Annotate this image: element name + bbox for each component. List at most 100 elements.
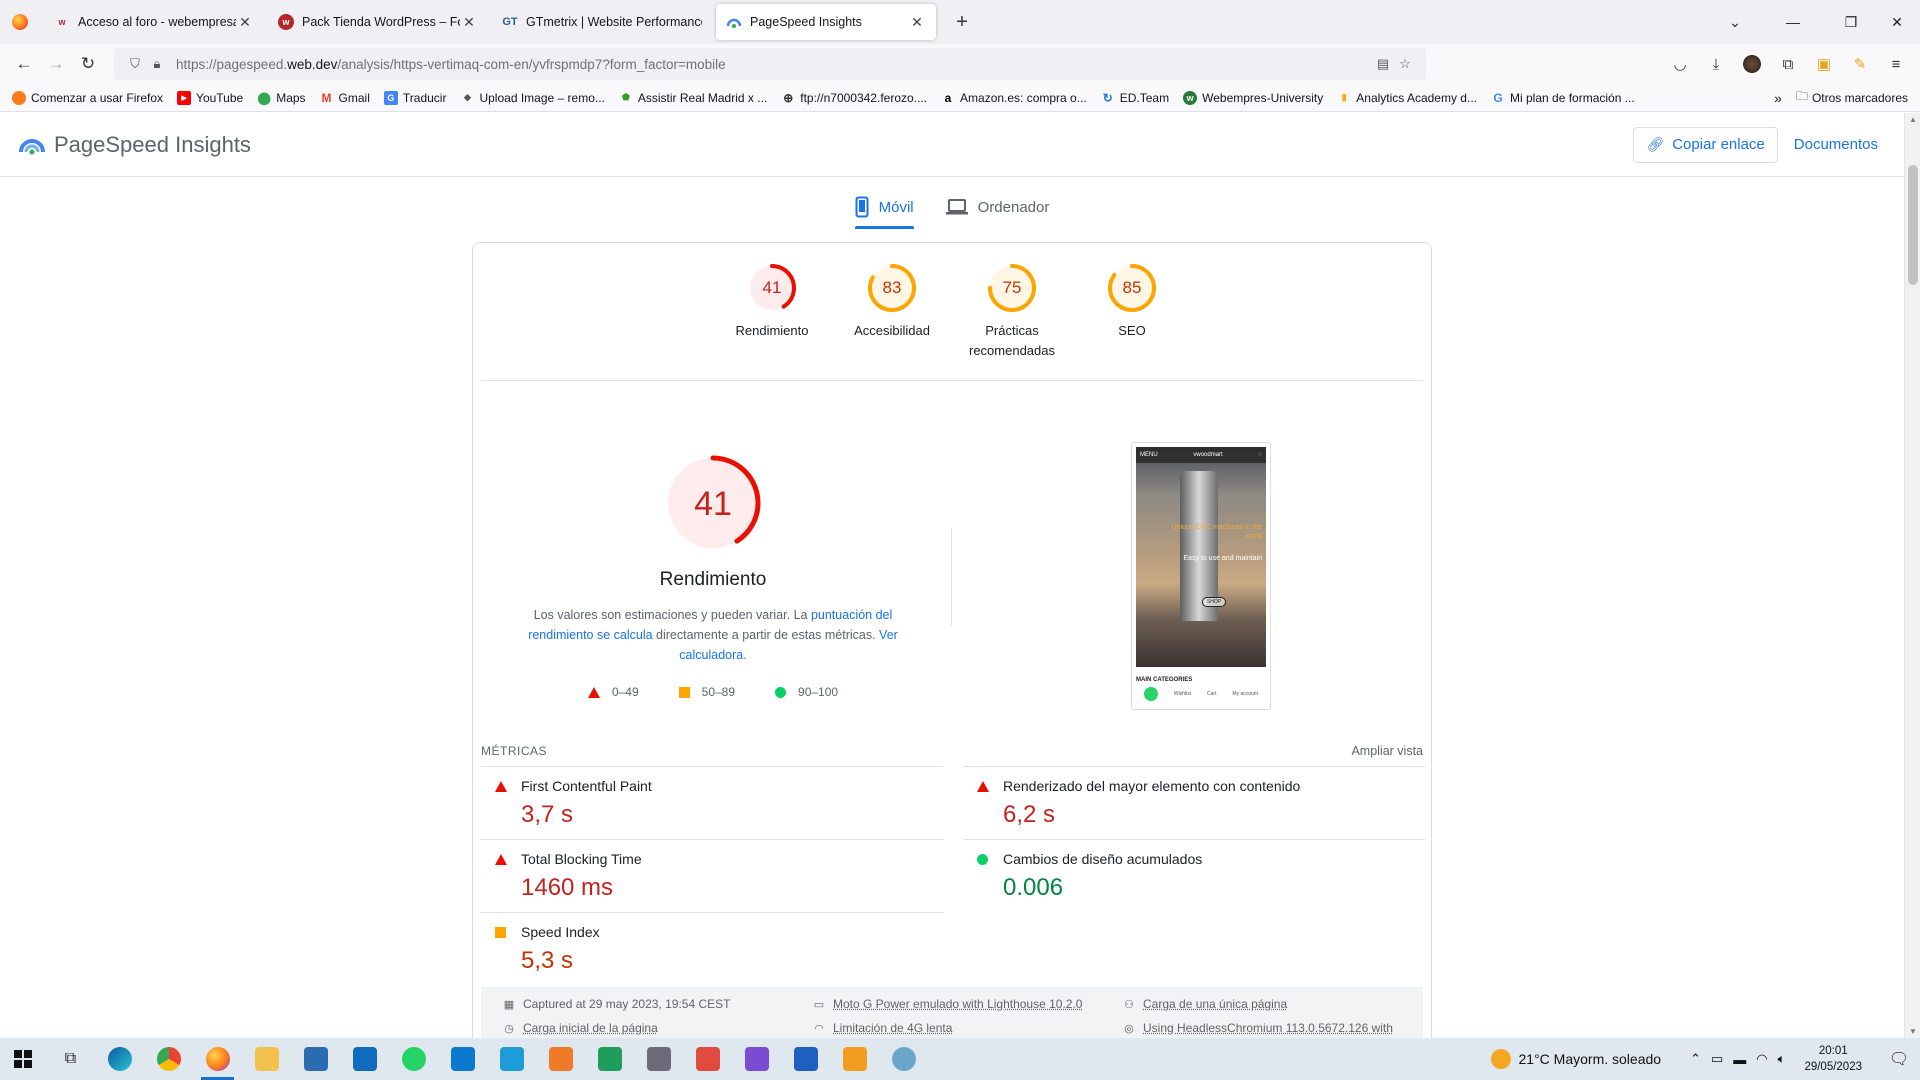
url-text[interactable]: https://pagespeed.web.dev/analysis/https… (176, 57, 1372, 72)
docs-link[interactable]: Documentos (1786, 136, 1886, 153)
whatsapp-icon[interactable] (389, 1038, 438, 1080)
app-icon-blue[interactable] (487, 1038, 536, 1080)
bookmark-item[interactable]: ⬟ Assistir Real Madrid x ... (619, 91, 767, 105)
bookmark-item[interactable]: w Webempres-University (1183, 91, 1323, 105)
tab-mobile[interactable]: Móvil (855, 185, 914, 229)
more-bookmarks-chevron-icon[interactable]: » (1774, 90, 1782, 106)
clock[interactable]: 20:01 29/05/2023 (1804, 1043, 1862, 1075)
other-bookmarks-folder[interactable]: Otros marcadores (1812, 91, 1908, 105)
restore-button[interactable]: ❐ (1828, 0, 1874, 44)
close-icon[interactable]: ✕ (460, 14, 478, 31)
calendar-icon: ▦ (501, 998, 517, 1011)
scrollbar-thumb[interactable] (1908, 165, 1918, 285)
tab-list-chevron-icon[interactable]: ⌄ (1712, 0, 1758, 44)
screenshot-footer-item: Cart (1207, 691, 1216, 697)
app-icon-amber[interactable] (830, 1038, 879, 1080)
final-screenshot[interactable]: MENU vwoodmart ◌ Unique CNC machines in th… (1131, 442, 1271, 710)
downloads-icon[interactable]: ⤓ (1698, 48, 1734, 80)
bookmark-item[interactable]: ↻ ED.Team (1101, 91, 1169, 105)
brand[interactable]: PageSpeed Insights (18, 131, 251, 159)
lock-icon[interactable]: 🔒︎ (146, 56, 168, 72)
bookmark-item[interactable]: ◆ Upload Image – remo... (460, 91, 604, 105)
gauge-score: 85 (1123, 278, 1142, 297)
store-icon[interactable] (291, 1038, 340, 1080)
app-icon-red[interactable] (683, 1038, 732, 1080)
browser-tab-pack-tienda[interactable]: w Pack Tienda WordPress – Foro ✕ (268, 4, 488, 40)
close-icon[interactable]: ✕ (236, 14, 254, 31)
app-icon-gray[interactable] (634, 1038, 683, 1080)
network-icon[interactable]: ◠ (1756, 1051, 1767, 1067)
chevron-up-icon[interactable]: ⌃ (1690, 1051, 1701, 1067)
mail-icon[interactable] (340, 1038, 389, 1080)
app-icon-green[interactable] (585, 1038, 634, 1080)
battery-icon[interactable]: ▬ (1733, 1052, 1746, 1067)
bookmark-item[interactable]: ⊕ ftp://n7000342.ferozo.... (781, 91, 927, 105)
runtime-throttling[interactable]: ◠ Limitación de 4G lenta (811, 1021, 952, 1035)
weather-widget[interactable]: 21°C Mayorm. soleado (1491, 1049, 1662, 1069)
task-view-icon[interactable]: ⧉ (46, 1038, 95, 1080)
notifications-icon[interactable]: 🗨︎ (1878, 1038, 1920, 1080)
bookmark-item[interactable]: ⬤ Maps (257, 91, 305, 105)
runtime-settings: ▦ Captured at 29 may 2023, 19:54 CEST ▭ Mo… (481, 987, 1423, 1038)
scroll-up-arrow-icon[interactable]: ▲ (1905, 115, 1920, 124)
browser-tab-foro[interactable]: w Acceso al foro - webempresa.c ✕ (44, 4, 264, 40)
firefox-menu-icon[interactable] (0, 0, 40, 44)
close-window-button[interactable]: ✕ (1874, 0, 1920, 44)
extensions-icon[interactable]: ⧉ (1770, 48, 1806, 80)
expand-view-toggle[interactable]: Ampliar vista (1351, 744, 1423, 758)
close-icon[interactable]: ✕ (908, 14, 926, 31)
page-scrollbar[interactable]: ▲ ▼ (1904, 113, 1920, 1038)
bookmark-item[interactable]: Comenzar a usar Firefox (12, 91, 163, 105)
new-tab-button[interactable]: + (944, 4, 980, 40)
app-icon-orange[interactable] (536, 1038, 585, 1080)
address-bar[interactable]: ⛉ 🔒︎ https://pagespeed.web.dev/analysis/… (114, 48, 1426, 80)
word-icon[interactable] (781, 1038, 830, 1080)
bookmark-star-icon[interactable]: ☆ (1394, 56, 1416, 72)
extension-badge-icon[interactable]: ▣ (1806, 48, 1842, 80)
upload-icon: ◆ (460, 91, 474, 105)
bookmark-item[interactable]: a Amazon.es: compra o... (941, 91, 1087, 105)
reader-view-icon[interactable]: ▤ (1372, 56, 1394, 72)
bookmark-item[interactable]: M Gmail (320, 91, 370, 105)
gauge-performance[interactable]: 41 Rendimiento (712, 263, 832, 361)
gauge-seo[interactable]: 85 SEO (1072, 263, 1192, 361)
score-ring: 85 (1107, 263, 1157, 313)
file-explorer-icon[interactable] (242, 1038, 291, 1080)
browser-tab-gtmetrix[interactable]: GT GTmetrix | Website Performance (492, 4, 712, 40)
gauge-best-practices[interactable]: 75 Prácticas recomendadas (952, 263, 1072, 361)
gauge-accessibility[interactable]: 83 Accesibilidad (832, 263, 952, 361)
scroll-down-arrow-icon[interactable]: ▼ (1905, 1027, 1920, 1036)
browser-tab-pagespeed[interactable]: PageSpeed Insights ✕ (716, 4, 936, 40)
vscode-icon[interactable] (438, 1038, 487, 1080)
bookmark-item[interactable]: G Traducir (384, 91, 447, 105)
back-arrow-icon[interactable]: ← (8, 48, 40, 80)
firefox-icon[interactable] (193, 1038, 242, 1080)
runtime-browser[interactable]: ◎ Using HeadlessChromium 113.0.5672.126 w… (1121, 1021, 1393, 1035)
bookmark-item[interactable]: ▮ Analytics Academy d... (1337, 91, 1477, 105)
extension-badge-icon-2[interactable]: ✎ (1842, 48, 1878, 80)
hamburger-menu-icon[interactable]: ≡ (1878, 48, 1914, 80)
account-avatar[interactable] (1734, 48, 1770, 80)
pocket-icon[interactable]: ◡ (1662, 48, 1698, 80)
app-icon-teal[interactable] (879, 1038, 928, 1080)
runtime-device[interactable]: ▭ Moto G Power emulado with Lighthouse 10… (811, 997, 1082, 1011)
bookmark-item[interactable]: G Mi plan de formación ... (1491, 91, 1635, 105)
screenshot-headline: Unique CNC machines in the world (1166, 523, 1262, 541)
shield-icon[interactable]: ⛉ (124, 56, 146, 72)
metric-value: 6,2 s (1003, 801, 1055, 829)
minimize-button[interactable]: — (1758, 0, 1828, 44)
reload-icon[interactable]: ↻ (72, 48, 104, 80)
bookmark-label: Assistir Real Madrid x ... (638, 91, 767, 105)
tab-desktop[interactable]: Ordenador (946, 185, 1050, 229)
app-icon-purple[interactable] (732, 1038, 781, 1080)
volume-icon[interactable]: 🔈︎ (1778, 1051, 1786, 1067)
forward-arrow-icon[interactable]: → (40, 48, 72, 80)
copy-link-button[interactable]: 🔗︎ Copiar enlace (1633, 127, 1777, 163)
windows-start-icon[interactable] (0, 1038, 46, 1080)
device-icon[interactable]: ▭ (1711, 1051, 1723, 1067)
edge-icon[interactable] (95, 1038, 144, 1080)
runtime-initial-load[interactable]: ◷ Carga inicial de la página (501, 1021, 658, 1035)
runtime-session[interactable]: ⚇ Carga de una única página (1121, 997, 1287, 1011)
bookmark-item[interactable]: ▶ YouTube (177, 91, 243, 105)
chrome-icon[interactable] (144, 1038, 193, 1080)
